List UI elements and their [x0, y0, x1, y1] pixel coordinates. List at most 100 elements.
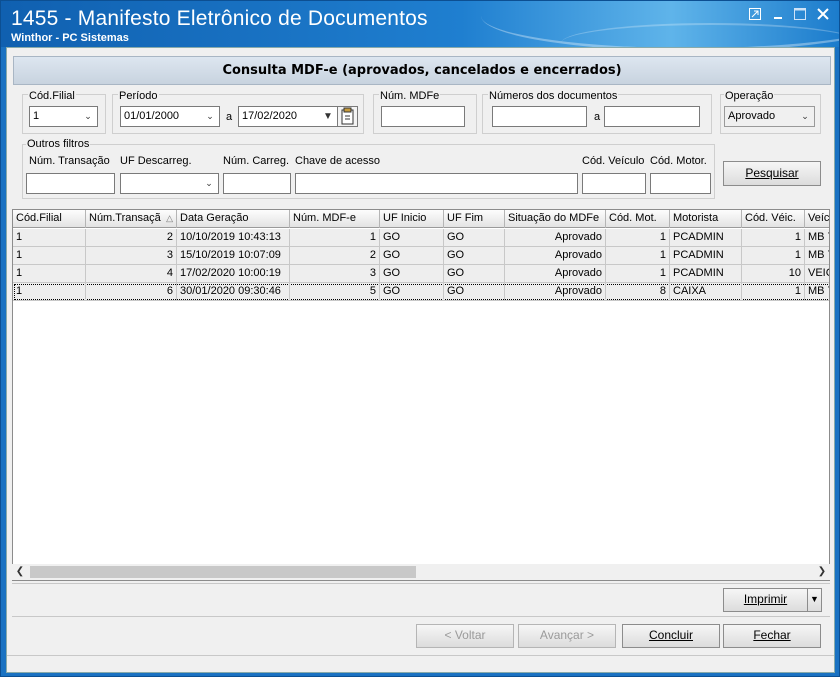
- pesquisar-label: Pesquisar: [745, 166, 799, 180]
- cell-uf-fim: GO: [444, 283, 505, 300]
- cell-cod-veic: 1: [742, 247, 805, 264]
- chevron-down-icon[interactable]: ⌄: [201, 175, 217, 192]
- cell-num-transacao: 4: [86, 265, 177, 282]
- scroll-right-icon[interactable]: ❯: [814, 564, 830, 580]
- numeros-docs-label: Números dos documentos: [488, 90, 619, 102]
- cell-veiculo: MB 7: [805, 283, 829, 300]
- numeros-docs-end-input[interactable]: [604, 106, 700, 127]
- numeros-docs-start-input[interactable]: [492, 106, 587, 127]
- cell-num-mdfe: 3: [290, 265, 380, 282]
- chave-acesso-input[interactable]: [295, 173, 578, 194]
- uf-descarreg-label: UF Descarreg.: [120, 155, 192, 167]
- app-window: 1455 - Manifesto Eletrônico de Documento…: [0, 0, 840, 677]
- divider: [12, 583, 830, 584]
- cell-data-geracao: 30/01/2020 09:30:46: [177, 283, 290, 300]
- periodo-end-value: 17/02/2020: [242, 110, 298, 122]
- restore-icon[interactable]: [746, 7, 764, 23]
- periodo-start-value: 01/01/2000: [124, 110, 180, 122]
- num-mdfe-input[interactable]: [381, 106, 465, 127]
- pesquisar-button[interactable]: Pesquisar: [723, 161, 821, 186]
- col-motorista[interactable]: Motorista: [670, 210, 742, 228]
- cell-situacao: Aprovado: [505, 247, 606, 264]
- divider: [12, 616, 830, 617]
- chevron-down-icon[interactable]: ⌄: [80, 108, 96, 125]
- imprimir-label: Imprimir: [743, 592, 788, 606]
- cell-uf-fim: GO: [444, 265, 505, 282]
- col-uf-inicio[interactable]: UF Inicio: [380, 210, 444, 228]
- avancar-button[interactable]: Avançar >: [518, 624, 616, 648]
- cell-motorista: PCADMIN: [670, 247, 742, 264]
- cod-motor-input[interactable]: [650, 173, 711, 194]
- table-row[interactable]: 1 4 17/02/2020 10:00:19 3 GO GO Aprovado…: [13, 265, 829, 283]
- col-situacao[interactable]: Situação do MDFe: [505, 210, 606, 228]
- col-cod-veic[interactable]: Cód. Véic.: [742, 210, 805, 228]
- imprimir-dropdown-icon[interactable]: ▼: [807, 588, 822, 612]
- results-grid[interactable]: Cód.Filial Núm.Transaçã △ Data Geração Nú…: [12, 209, 830, 581]
- num-transacao-label: Núm. Transação: [29, 155, 110, 167]
- cell-veiculo: MB 7: [805, 229, 829, 246]
- cod-filial-select[interactable]: 1 ⌄: [29, 106, 98, 127]
- num-mdfe-label: Núm. MDFe: [379, 90, 441, 102]
- concluir-button[interactable]: Concluir: [622, 624, 720, 648]
- concluir-label: Concluir: [648, 628, 693, 642]
- cell-num-transacao: 3: [86, 247, 177, 264]
- fechar-label: Fechar: [753, 628, 791, 642]
- title-bar: 1455 - Manifesto Eletrônico de Documento…: [1, 1, 839, 47]
- cell-motorista: PCADMIN: [670, 229, 742, 246]
- operacao-select[interactable]: Aprovado ⌄: [724, 106, 815, 127]
- periodo-end-date[interactable]: 17/02/2020 ▼: [238, 106, 338, 127]
- cell-num-mdfe: 2: [290, 247, 380, 264]
- cell-cod-mot: 1: [606, 265, 670, 282]
- window-subtitle: Winthor - PC Sistemas: [11, 32, 129, 44]
- horizontal-scrollbar[interactable]: ❮ ❯: [12, 564, 830, 580]
- table-row[interactable]: 1 3 15/10/2019 10:07:09 2 GO GO Aprovado…: [13, 247, 829, 265]
- cell-cod-mot: 8: [606, 283, 670, 300]
- cell-cod-veic: 1: [742, 283, 805, 300]
- periodo-sep: a: [226, 111, 233, 123]
- num-transacao-input[interactable]: [26, 173, 115, 194]
- col-num-transacao-label: Núm.Transaçã: [89, 212, 161, 224]
- minimize-icon[interactable]: [769, 7, 787, 23]
- uf-descarreg-select[interactable]: ⌄: [120, 173, 219, 194]
- maximize-icon[interactable]: [791, 7, 809, 23]
- table-row[interactable]: 1 2 10/10/2019 10:43:13 1 GO GO Aprovado…: [13, 229, 829, 247]
- voltar-button[interactable]: < Voltar: [416, 624, 514, 648]
- cell-cod-filial: 1: [13, 247, 86, 264]
- periodo-start-date[interactable]: 01/01/2000 ⌄: [120, 106, 220, 127]
- operacao-label: Operação: [724, 90, 775, 102]
- col-data-geracao[interactable]: Data Geração: [177, 210, 290, 228]
- cell-veiculo: MB 7: [805, 247, 829, 264]
- imprimir-button[interactable]: Imprimir: [723, 588, 808, 612]
- cell-motorista: CAIXA: [670, 283, 742, 300]
- cell-uf-fim: GO: [444, 229, 505, 246]
- cell-cod-mot: 1: [606, 229, 670, 246]
- scrollbar-thumb[interactable]: [30, 566, 416, 578]
- cod-filial-label: Cód.Filial: [28, 90, 76, 102]
- fechar-button[interactable]: Fechar: [723, 624, 821, 648]
- cell-cod-mot: 1: [606, 247, 670, 264]
- triangle-down-icon[interactable]: ▼: [320, 108, 336, 125]
- cell-data-geracao: 17/02/2020 10:00:19: [177, 265, 290, 282]
- num-carreg-label: Núm. Carreg.: [223, 155, 290, 167]
- grid-header: Cód.Filial Núm.Transaçã △ Data Geração Nú…: [13, 210, 829, 228]
- cod-veiculo-input[interactable]: [582, 173, 646, 194]
- cod-filial-value: 1: [33, 110, 40, 122]
- close-icon[interactable]: [814, 7, 832, 23]
- scroll-left-icon[interactable]: ❮: [12, 564, 28, 580]
- cell-uf-fim: GO: [444, 247, 505, 264]
- chevron-down-icon[interactable]: ⌄: [202, 108, 218, 125]
- col-veiculo[interactable]: Veíc: [805, 210, 829, 228]
- calendar-icon[interactable]: [337, 106, 358, 127]
- cell-num-transacao: 6: [86, 283, 177, 300]
- col-cod-filial[interactable]: Cód.Filial: [13, 210, 86, 228]
- col-uf-fim[interactable]: UF Fim: [444, 210, 505, 228]
- table-row-selected[interactable]: 1 6 30/01/2020 09:30:46 5 GO GO Aprovado…: [13, 283, 829, 301]
- num-carreg-input[interactable]: [223, 173, 291, 194]
- col-cod-mot[interactable]: Cód. Mot.: [606, 210, 670, 228]
- cell-num-transacao: 2: [86, 229, 177, 246]
- chevron-down-icon[interactable]: ⌄: [797, 108, 813, 125]
- col-num-transacao[interactable]: Núm.Transaçã △: [86, 210, 177, 228]
- window-title: 1455 - Manifesto Eletrônico de Documento…: [11, 7, 428, 30]
- col-num-mdfe[interactable]: Núm. MDF-e: [290, 210, 380, 228]
- cod-veiculo-label: Cód. Veículo: [582, 155, 645, 167]
